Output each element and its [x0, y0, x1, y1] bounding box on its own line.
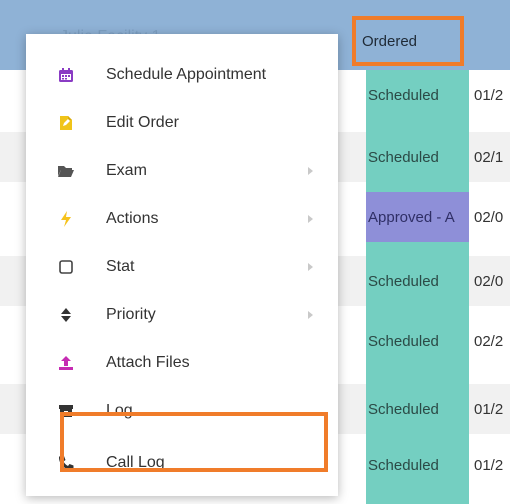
- menu-item-label: Exam: [106, 162, 147, 179]
- menu-item-edit-order[interactable]: Edit Order: [26, 98, 338, 148]
- calendar-icon: [56, 65, 76, 85]
- folder-open-icon: [56, 161, 76, 181]
- upload-icon: [56, 353, 76, 373]
- menu-item-label: Actions: [106, 210, 159, 227]
- context-menu: Schedule Appointment Edit Order Exam Act…: [26, 34, 338, 496]
- menu-item-priority[interactable]: Priority: [26, 290, 338, 340]
- menu-item-label: Edit Order: [106, 114, 179, 131]
- status-cell: Scheduled: [366, 440, 469, 490]
- menu-item-actions[interactable]: Actions: [26, 194, 338, 244]
- checkbox-icon: [56, 257, 76, 277]
- date-cell: 02/0: [474, 272, 504, 290]
- date-cell: 02/2: [474, 332, 504, 350]
- menu-item-stat[interactable]: Stat: [26, 242, 338, 292]
- status-cell: Scheduled: [366, 132, 469, 182]
- date-cell: 01/2: [474, 400, 504, 418]
- date-cell: 02/0: [474, 208, 504, 226]
- status-cell: Scheduled: [366, 316, 469, 366]
- lightning-bolt-icon: [56, 209, 76, 229]
- status-cell: Scheduled: [366, 384, 469, 434]
- menu-item-label: Priority: [106, 306, 156, 323]
- date-cell: 01/2: [474, 456, 504, 474]
- ordered-column-header[interactable]: Ordered: [352, 16, 464, 66]
- submenu-arrow-icon: [308, 167, 313, 175]
- date-cell: 02/1: [474, 148, 504, 166]
- submenu-arrow-icon: [308, 263, 313, 271]
- menu-item-attach-files[interactable]: Attach Files: [26, 338, 338, 388]
- menu-item-label: Stat: [106, 258, 135, 275]
- menu-item-log[interactable]: Log: [26, 386, 338, 436]
- menu-item-call-log[interactable]: Call Log: [26, 438, 338, 488]
- menu-item-schedule-appointment[interactable]: Schedule Appointment: [26, 50, 338, 100]
- phone-icon: [56, 453, 76, 473]
- menu-item-label: Log: [106, 402, 133, 419]
- menu-item-exam[interactable]: Exam: [26, 146, 338, 196]
- archive-icon: [56, 401, 76, 421]
- status-cell: Scheduled: [366, 256, 469, 306]
- submenu-arrow-icon: [308, 311, 313, 319]
- date-cell: 01/2: [474, 86, 504, 104]
- sort-icon: [56, 305, 76, 325]
- menu-item-label: Call Log: [106, 454, 165, 471]
- status-cell: Approved - A: [366, 192, 469, 242]
- status-cell: Scheduled: [366, 70, 469, 120]
- menu-item-label: Attach Files: [106, 354, 190, 371]
- menu-item-label: Schedule Appointment: [106, 66, 267, 83]
- submenu-arrow-icon: [308, 215, 313, 223]
- edit-document-icon: [56, 113, 76, 133]
